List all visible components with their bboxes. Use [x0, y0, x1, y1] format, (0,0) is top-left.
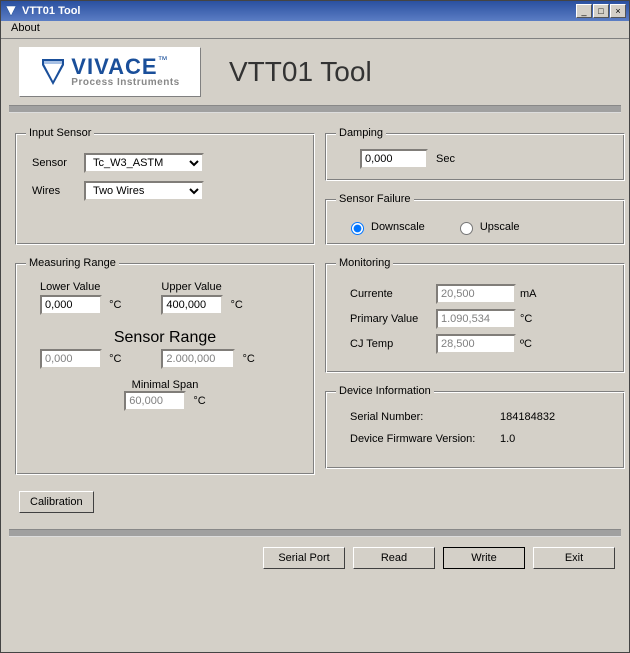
unit-damping: Sec	[436, 153, 455, 165]
legend-input-sensor: Input Sensor	[26, 127, 94, 139]
sensor-range-lower	[40, 349, 102, 369]
close-button[interactable]: ×	[610, 4, 626, 18]
value-serial: 184184832	[500, 411, 555, 423]
unit-lower: °C	[109, 299, 121, 311]
bottom-button-row: Serial Port Read Write Exit	[1, 537, 629, 579]
window-title: VTT01 Tool	[22, 5, 576, 17]
unit-current: mA	[520, 288, 537, 300]
label-primary: Primary Value	[350, 313, 436, 325]
primary-value	[436, 309, 516, 329]
write-button[interactable]: Write	[443, 547, 525, 569]
damping-input[interactable]	[360, 149, 428, 169]
brand-name: VIVACE	[71, 54, 157, 79]
minimize-icon: _	[581, 6, 586, 16]
legend-device-info: Device Information	[336, 385, 434, 397]
menu-bar: About	[1, 21, 629, 39]
legend-measuring-range: Measuring Range	[26, 257, 119, 269]
exit-button[interactable]: Exit	[533, 547, 615, 569]
group-measuring-range: Measuring Range Lower Value °C Upper Val…	[15, 257, 315, 475]
radio-upscale[interactable]: Upscale	[455, 219, 520, 235]
brand-logo: VIVACE™ Process Instruments	[19, 47, 201, 97]
lower-value-input[interactable]	[40, 295, 102, 315]
label-upper-value: Upper Value	[161, 281, 242, 293]
unit-cj: ºC	[520, 338, 532, 350]
value-firmware: 1.0	[500, 433, 515, 445]
calibration-button[interactable]: Calibration	[19, 491, 94, 513]
group-sensor-failure: Sensor Failure Downscale Upscale	[325, 193, 625, 245]
brand-tagline: Process Instruments	[71, 78, 179, 88]
current-value	[436, 284, 516, 304]
unit-primary: °C	[520, 313, 532, 325]
group-damping: Damping Sec	[325, 127, 625, 181]
label-current: Currente	[350, 288, 436, 300]
unit-min-span: °C	[193, 395, 205, 407]
maximize-button[interactable]: □	[593, 4, 609, 18]
min-span-input	[124, 391, 186, 411]
label-cj-temp: CJ Temp	[350, 338, 436, 350]
unit-sr-upper: °C	[242, 353, 254, 365]
minimize-button[interactable]: _	[576, 4, 592, 18]
serial-port-button[interactable]: Serial Port	[263, 547, 345, 569]
app-icon	[4, 4, 18, 18]
unit-sr-lower: °C	[109, 353, 121, 365]
label-min-span: Minimal Span	[132, 379, 199, 391]
label-downscale: Downscale	[371, 221, 425, 233]
wires-select[interactable]: Two Wires	[84, 181, 204, 201]
legend-damping: Damping	[336, 127, 386, 139]
radio-downscale[interactable]: Downscale	[346, 219, 425, 235]
brand-tm: ™	[158, 55, 168, 66]
upper-value-input[interactable]	[161, 295, 223, 315]
legend-sensor-failure: Sensor Failure	[336, 193, 414, 205]
label-lower-value: Lower Value	[40, 281, 121, 293]
label-sensor: Sensor	[32, 157, 84, 169]
label-serial: Serial Number:	[350, 411, 500, 423]
page-title: VTT01 Tool	[229, 56, 372, 88]
header: VIVACE™ Process Instruments VTT01 Tool	[1, 39, 629, 103]
radio-downscale-input[interactable]	[351, 222, 364, 235]
group-input-sensor: Input Sensor Sensor Tc_W3_ASTM Wires Two…	[15, 127, 315, 245]
close-icon: ×	[615, 6, 620, 16]
label-upscale: Upscale	[480, 221, 520, 233]
menu-about[interactable]: About	[7, 21, 44, 35]
cj-temp-value	[436, 334, 516, 354]
maximize-icon: □	[598, 6, 603, 16]
label-firmware: Device Firmware Version:	[350, 433, 500, 445]
group-device-info: Device Information Serial Number: 184184…	[325, 385, 625, 469]
separator-top	[9, 105, 621, 113]
window-titlebar: VTT01 Tool _ □ ×	[1, 1, 629, 21]
shield-icon	[40, 57, 66, 87]
group-monitoring: Monitoring Currente mA Primary Value °C …	[325, 257, 625, 373]
read-button[interactable]: Read	[353, 547, 435, 569]
heading-sensor-range: Sensor Range	[26, 329, 304, 347]
label-wires: Wires	[32, 185, 84, 197]
sensor-select[interactable]: Tc_W3_ASTM	[84, 153, 204, 173]
legend-monitoring: Monitoring	[336, 257, 393, 269]
separator-bottom	[9, 529, 621, 537]
unit-upper: °C	[230, 299, 242, 311]
sensor-range-upper	[161, 349, 235, 369]
radio-upscale-input[interactable]	[460, 222, 473, 235]
